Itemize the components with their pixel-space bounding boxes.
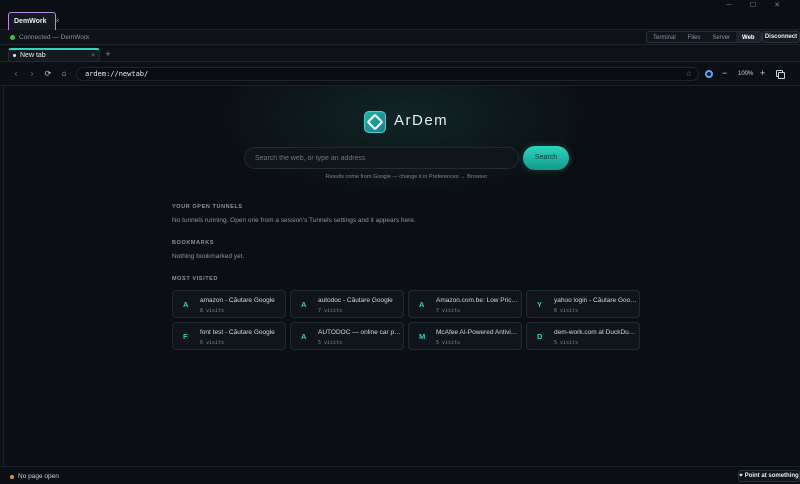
connection-status-text: Connected — DemWork: [19, 33, 90, 41]
mode-files[interactable]: Files: [682, 32, 707, 42]
page-status-dot-icon: [10, 474, 14, 479]
site-letter-icon: M: [419, 332, 426, 341]
most-visited-card[interactable]: Y yahoo login - Căutare Google 6 visits: [526, 290, 640, 318]
site-letter-icon: A: [301, 332, 307, 341]
bookmark-star-icon[interactable]: ☆: [686, 70, 698, 78]
tab-favicon-icon: [13, 54, 16, 57]
site-letter-icon: Y: [537, 300, 543, 309]
tunnels-empty-text: No tunnels running. Open one from a sess…: [172, 217, 416, 224]
mode-web[interactable]: Web: [736, 32, 761, 42]
maximize-icon[interactable]: ☐: [748, 1, 758, 9]
navigation-bar: ‹ › ⟳ ⌂ ardem://newtab/ ☆ − 100% +: [0, 62, 800, 86]
disconnect-button[interactable]: Disconnect: [762, 31, 800, 43]
zoom-out-button[interactable]: −: [722, 68, 727, 78]
site-title: Amazon.com.be: Low Prices in Electronics: [436, 297, 519, 304]
minimize-icon[interactable]: ─: [724, 1, 734, 9]
address-bar[interactable]: ardem://newtab/ ☆: [76, 67, 699, 81]
zoom-in-button[interactable]: +: [760, 68, 765, 78]
new-tab-page: ArDem Search Results come from Google — …: [4, 86, 800, 466]
ardem-logo-icon: [364, 111, 386, 133]
site-title: McAfee AI-Powered Antivirus: [436, 329, 519, 336]
site-title: dem-work.com at DuckDuckGo: [554, 329, 637, 336]
most-visited-card[interactable]: A amazon - Căutare Google 8 visits: [172, 290, 286, 318]
browser-tab-strip: New tab × +: [0, 45, 800, 62]
tab-label: New tab: [20, 52, 46, 59]
most-visited-card[interactable]: F font test - Căutare Google 6 visits: [172, 322, 286, 350]
tunnels-heading: YOUR OPEN TUNNELS: [172, 204, 243, 210]
search-input[interactable]: [244, 147, 519, 169]
back-icon[interactable]: ‹: [11, 69, 21, 79]
visit-count: 5 visits: [554, 340, 579, 346]
visit-count: 7 visits: [436, 308, 461, 314]
close-icon[interactable]: ✕: [772, 1, 782, 9]
most-visited-card[interactable]: D dem-work.com at DuckDuckGo 5 visits: [526, 322, 640, 350]
brand-title: ArDem: [394, 112, 449, 129]
close-icon[interactable]: ×: [91, 53, 99, 59]
site-title: AUTODOC — online car parts: [318, 329, 401, 336]
reload-icon[interactable]: ⟳: [43, 69, 53, 79]
site-title: yahoo login - Căutare Google: [554, 297, 637, 304]
site-letter-icon: A: [301, 300, 307, 309]
bottom-status-bar: No page open ⌖ Point at something: [0, 466, 800, 484]
point-button-label: Point at something: [744, 473, 799, 479]
point-at-something-button[interactable]: ⌖ Point at something: [738, 470, 800, 482]
workspace-tab-label: DemWork: [14, 18, 47, 25]
visit-count: 5 visits: [318, 340, 343, 346]
visit-count: 6 visits: [554, 308, 579, 314]
close-icon[interactable]: ×: [56, 18, 60, 25]
site-letter-icon: F: [183, 332, 188, 341]
most-visited-card[interactable]: A AUTODOC — online car parts 5 visits: [290, 322, 404, 350]
copy-icon[interactable]: [776, 70, 785, 79]
visit-count: 7 visits: [318, 308, 343, 314]
page-status: No page open: [10, 473, 59, 480]
zoom-icon[interactable]: [705, 70, 713, 78]
address-url: ardem://newtab/: [85, 70, 149, 78]
page-status-text: No page open: [18, 473, 59, 480]
site-letter-icon: A: [419, 300, 425, 309]
search-button[interactable]: Search: [523, 146, 569, 170]
crosshair-icon: ⌖: [739, 472, 743, 479]
workspace-bar: DemWork ×: [0, 10, 800, 30]
most-visited-card[interactable]: M McAfee AI-Powered Antivirus 5 visits: [408, 322, 522, 350]
site-letter-icon: D: [537, 332, 543, 341]
bookmarks-empty-text: Nothing bookmarked yet.: [172, 253, 245, 260]
site-letter-icon: A: [183, 300, 189, 309]
most-visited-card[interactable]: A Amazon.com.be: Low Prices in Electroni…: [408, 290, 522, 318]
mode-switcher: Terminal Files Server Web: [646, 31, 762, 43]
new-tab-button[interactable]: +: [104, 49, 112, 59]
most-visited-heading: MOST VISITED: [172, 276, 219, 282]
visit-count: 8 visits: [200, 308, 225, 314]
home-icon[interactable]: ⌂: [59, 69, 69, 79]
mode-terminal[interactable]: Terminal: [647, 32, 682, 42]
connection-dot-icon: [10, 34, 15, 40]
search-hint: Results come from Google — change it in …: [325, 174, 488, 180]
visit-count: 5 visits: [436, 340, 461, 346]
site-title: font test - Căutare Google: [200, 329, 275, 336]
bookmarks-heading: BOOKMARKS: [172, 240, 215, 246]
forward-icon[interactable]: ›: [27, 69, 37, 79]
window-titlebar: ─ ☐ ✕: [0, 0, 800, 10]
zoom-level: 100%: [738, 71, 754, 77]
session-bar: Connected — DemWork Terminal Files Serve…: [0, 30, 800, 45]
most-visited-card[interactable]: A autodoc - Căutare Google 7 visits: [290, 290, 404, 318]
visit-count: 6 visits: [200, 340, 225, 346]
site-title: amazon - Căutare Google: [200, 297, 275, 304]
tab-new-tab[interactable]: New tab ×: [8, 48, 100, 62]
workspace-tab[interactable]: DemWork ×: [8, 12, 60, 30]
connection-status: Connected — DemWork: [0, 34, 89, 41]
mode-server[interactable]: Server: [706, 32, 736, 42]
site-title: autodoc - Căutare Google: [318, 297, 393, 304]
